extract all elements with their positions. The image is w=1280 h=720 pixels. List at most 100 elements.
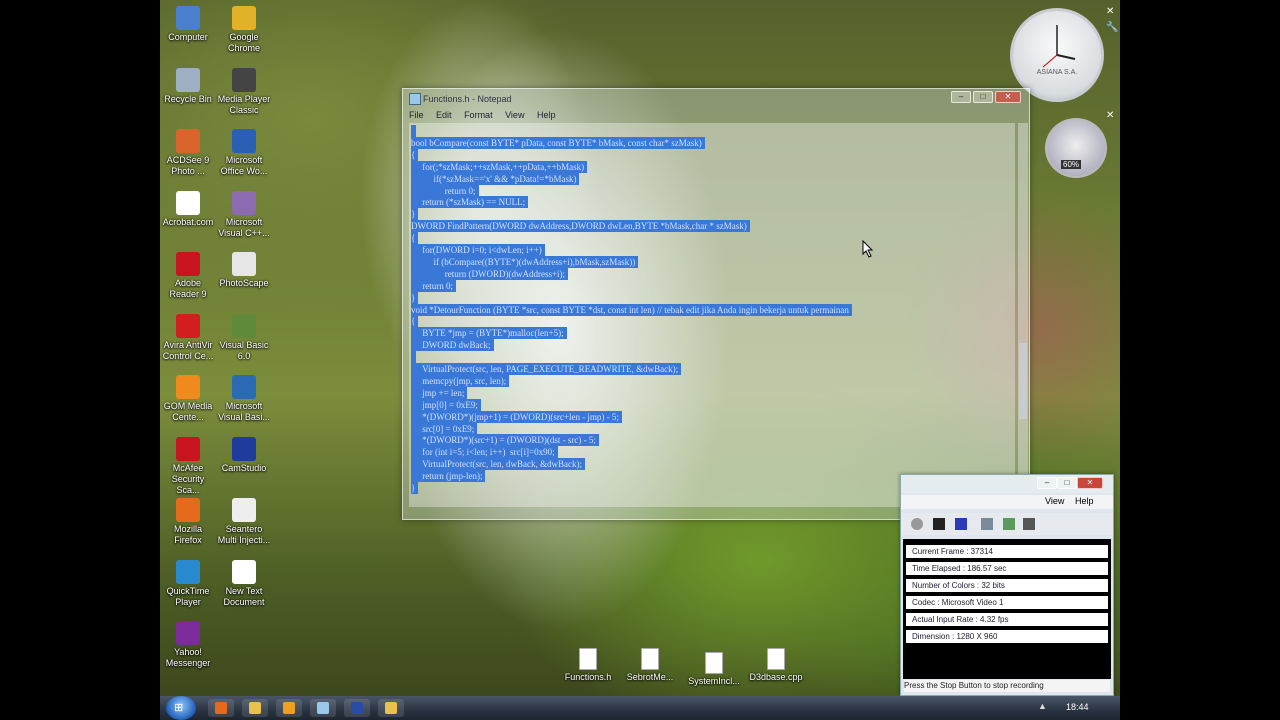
desktop-icon-label: GOM Media Cente... (163, 401, 213, 422)
notepad-window[interactable]: Functions.h - Notepad – □ ✕ File Edit Fo… (402, 88, 1030, 520)
pause-button-icon[interactable] (933, 518, 945, 530)
desktop-icon-acdsee[interactable]: ACDSee 9 Photo ... (160, 129, 216, 177)
code-line: void *DetourFunction (BYTE *src, const B… (411, 303, 852, 316)
desktop-icon-label: New Text Document (223, 585, 265, 607)
desktop-icon-visual-basic[interactable]: Visual Basic 6.0 (216, 313, 272, 362)
desktop-icon-label: Acrobat.com (162, 216, 214, 227)
close-button[interactable]: ✕ (995, 91, 1021, 103)
code-line: for(;*szMask;++szMask,++pData,++bMask) (411, 160, 588, 173)
mouse-cursor-icon (862, 240, 874, 258)
options-button-icon[interactable] (1003, 518, 1015, 530)
code-line: { (411, 148, 419, 161)
notepad-text-area[interactable]: bool bCompare(const BYTE* pData, const B… (409, 123, 1015, 507)
desktop-icon-label: Microsoft Visual Basi... (218, 401, 270, 422)
desktop-file-label: D3dbase.cpp (749, 672, 803, 682)
region-button-icon[interactable] (981, 518, 993, 530)
desktop-icon-quicktime[interactable]: QuickTime Player (160, 559, 216, 608)
desktop-icon-yahoo-messenger[interactable]: Yahoo! Messenger (160, 621, 216, 669)
taskbar-button[interactable] (310, 699, 336, 717)
menu-view[interactable]: View (505, 110, 524, 120)
desktop-icon-media-player[interactable]: Media Player Classic (216, 67, 272, 116)
desktop-icon-label: QuickTime Player (166, 585, 210, 607)
menu-help[interactable]: Help (537, 110, 556, 120)
desktop-icon-adobe-reader[interactable]: Adobe Reader 9 (160, 252, 216, 300)
desktop-icon-computer[interactable]: Computer (160, 6, 216, 43)
desktop-icon-mcafee[interactable]: McAfee Security Sca... (160, 436, 216, 496)
code-line: return 0; (411, 279, 456, 292)
desktop-icon-text-document[interactable]: New Text Document (216, 559, 272, 608)
code-line: return (*szMask) == NULL; (411, 196, 529, 209)
code-line: src[0] = 0xE9; (411, 422, 478, 435)
vertical-scrollbar[interactable] (1018, 123, 1028, 507)
scrollbar-thumb[interactable] (1019, 343, 1027, 419)
desktop-icon-label: Visual Basic 6.0 (219, 339, 269, 361)
minimize-button[interactable]: – (951, 91, 971, 103)
code-line: jmp += len; (411, 386, 468, 399)
desktop-icon-word[interactable]: Microsoft Office Wo... (216, 129, 272, 177)
desktop-icon-visual-cpp[interactable]: Microsoft Visual C++... (216, 190, 272, 239)
recorder-minimize-button[interactable]: – (1037, 477, 1057, 489)
camstudio-recorder-window[interactable]: – □ ✕ View Help Current Frame : 37314 Ti… (900, 474, 1114, 696)
desktop-icon-injector[interactable]: Seantero Multi Injecti... (216, 498, 272, 546)
menu-format[interactable]: Format (464, 110, 493, 120)
gadget-options-icon[interactable]: 🔧 (1106, 22, 1118, 33)
mcafee-icon (176, 436, 200, 461)
desktop-icon-recycle-bin[interactable]: Recycle Bin (160, 67, 216, 105)
file-icon (705, 652, 723, 674)
acdsee-icon (176, 129, 200, 153)
desktop-icon-acrobat[interactable]: Acrobat.com (160, 190, 216, 228)
recorder-close-button[interactable]: ✕ (1077, 477, 1103, 489)
record-button-icon[interactable] (911, 518, 923, 530)
maximize-button[interactable]: □ (973, 91, 993, 103)
windows-logo-icon: ⊞ (174, 702, 184, 714)
desktop-icon-camstudio[interactable]: CamStudio (216, 436, 272, 474)
desktop-icon-ms-visual-basic[interactable]: Microsoft Visual Basi... (216, 375, 272, 423)
annotate-button-icon[interactable] (1023, 518, 1035, 530)
taskbar-button[interactable] (344, 699, 370, 717)
media-taskbar-icon (283, 702, 295, 714)
recorder-menu-view[interactable]: View (1045, 496, 1064, 506)
yahoo-messenger-icon (176, 621, 200, 645)
stat-number-of-colors: Number of Colors : 32 bits (906, 579, 1108, 592)
code-line: if(*szMask=='x' && *pData!=*bMask) (411, 172, 580, 185)
taskbar-button[interactable] (242, 699, 268, 717)
taskbar-button[interactable] (276, 699, 302, 717)
cpu-meter-gadget[interactable]: 60% (1045, 118, 1107, 178)
code-line: for(DWORD i=0; i<dwLen; i++) (411, 244, 545, 256)
recorder-maximize-button[interactable]: □ (1057, 477, 1077, 489)
code-line: return (jmp-len); (411, 470, 486, 483)
desktop-icon-avira[interactable]: Avira AntiVir Control Ce... (160, 313, 216, 362)
menu-edit[interactable]: Edit (436, 110, 452, 120)
desktop-file[interactable]: SebrotMe... (622, 648, 678, 683)
code-line: } (411, 208, 419, 221)
desktop-file[interactable]: SystemIncl... (686, 652, 742, 687)
clock-face-icon (1042, 25, 1076, 68)
taskbar-button[interactable] (208, 699, 234, 717)
code-line: } (411, 482, 419, 494)
recorder-menu-help[interactable]: Help (1075, 496, 1094, 506)
code-line: BYTE *jmp = (BYTE*)malloc(len+5); (411, 327, 567, 340)
code-line: DWORD FindPattern(DWORD dwAddress,DWORD … (411, 220, 750, 233)
desktop-icon-firefox[interactable]: Mozilla Firefox (160, 498, 216, 546)
desktop-icon-chrome[interactable]: Google Chrome (216, 6, 272, 54)
camstudio-icon (232, 436, 256, 461)
desktop-file[interactable]: D3dbase.cpp (748, 648, 804, 683)
taskbar-button[interactable] (378, 699, 404, 717)
desktop-file[interactable]: Functions.h (560, 648, 616, 683)
menu-file[interactable]: File (409, 110, 424, 120)
show-hidden-icons[interactable]: ▲ (1038, 701, 1047, 711)
code-line (411, 351, 417, 364)
gadget2-close-icon[interactable]: ✕ (1106, 110, 1114, 121)
stop-button-icon[interactable] (955, 518, 967, 530)
desktop-icon-gom[interactable]: GOM Media Cente... (160, 375, 216, 423)
file-icon (767, 648, 785, 670)
taskbar-clock[interactable]: 18:44 (1066, 702, 1089, 712)
desktop-icon-label: Yahoo! Messenger (165, 647, 211, 668)
desktop-icon-label: Adobe Reader 9 (169, 278, 207, 299)
adobe-reader-icon (176, 252, 200, 276)
start-button[interactable]: ⊞ (166, 696, 196, 720)
desktop-icon-photoscape[interactable]: PhotoScape (216, 252, 272, 289)
desktop-file-label: SystemIncl... (688, 676, 740, 686)
gadget-close-icon[interactable]: ✕ (1106, 6, 1114, 17)
photoscape-icon (232, 252, 256, 276)
